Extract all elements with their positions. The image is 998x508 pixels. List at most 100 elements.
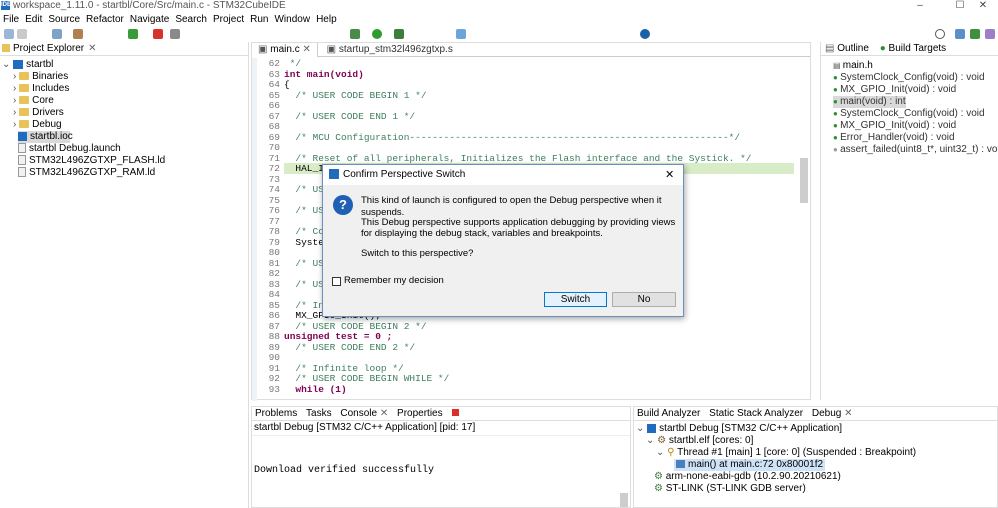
menu-source[interactable]: Source <box>45 13 83 27</box>
tree-item-label: ST-LINK (ST-LINK GDB server) <box>665 483 806 494</box>
console-scrollbar[interactable] <box>620 493 628 507</box>
new-icon[interactable] <box>4 29 14 39</box>
menu-navigate[interactable]: Navigate <box>127 13 172 27</box>
menu-edit[interactable]: Edit <box>22 13 45 27</box>
no-button[interactable]: No <box>612 292 676 307</box>
ld-file-icon <box>18 167 26 178</box>
tree-item-debug[interactable]: › Debug <box>13 119 62 131</box>
outline-item[interactable]: ● main(void) : int <box>833 96 906 108</box>
window-title: workspace_1.11.0 - startbl/Core/Src/main… <box>13 0 286 11</box>
tree-item-label: Debug <box>32 119 62 130</box>
menu-project[interactable]: Project <box>210 13 247 27</box>
menu-file[interactable]: File <box>0 13 22 27</box>
include-icon: ▤ <box>833 61 843 70</box>
folder-icon <box>19 108 30 117</box>
tree-item-label: startbl Debug [STM32 C/C++ Application] <box>659 423 843 434</box>
perspective-debug-icon[interactable] <box>970 29 980 39</box>
debug-elf-item[interactable]: ⌄ ⚙ startbl.elf [cores: 0] <box>646 435 753 447</box>
tab-debug[interactable]: Debug ✕ <box>808 408 856 419</box>
debug-launch-item[interactable]: ⌄ startbl Debug [STM32 C/C++ Application… <box>636 423 842 435</box>
tab-startup[interactable]: ▣ startup_stm32l496zgtxp.s <box>321 43 459 57</box>
function-icon: ● <box>833 97 841 106</box>
remember-checkbox[interactable] <box>332 277 341 286</box>
tree-item-core[interactable]: › Core <box>13 95 54 107</box>
disconnect-icon[interactable] <box>170 29 180 39</box>
menu-run[interactable]: Run <box>247 13 271 27</box>
info-icon[interactable] <box>640 29 650 39</box>
terminate-icon[interactable] <box>452 409 460 416</box>
tree-root[interactable]: ⌄ startbl <box>2 59 53 71</box>
tree-item-launch[interactable]: startbl Debug.launch <box>18 143 121 155</box>
close-window-button[interactable]: ✕ <box>968 0 998 12</box>
tab-console[interactable]: Console ✕ <box>337 408 392 419</box>
debug-stlink-item[interactable]: ⚙ ST-LINK (ST-LINK GDB server) <box>654 483 806 495</box>
tree-item-label: Binaries <box>32 71 69 82</box>
outline-item[interactable]: ▤ main.h <box>833 60 873 72</box>
editor-tabs: ▣ main.c ✕ ▣ startup_stm32l496zgtxp.s <box>252 43 810 57</box>
tab-problems[interactable]: Problems <box>252 408 300 419</box>
tree-item-ram-ld[interactable]: STM32L496ZGTXP_RAM.ld <box>18 167 155 179</box>
tab-outline[interactable]: Outline <box>837 43 869 54</box>
function-icon: ● <box>833 73 841 82</box>
tree-item-flash-ld[interactable]: STM32L496ZGTXP_FLASH.ld <box>18 155 165 167</box>
menu-window[interactable]: Window <box>271 13 313 27</box>
tab-label: startup_stm32l496zgtxp.s <box>338 44 453 55</box>
run-config-icon[interactable] <box>394 29 404 39</box>
perspective-device-icon[interactable] <box>985 29 995 39</box>
minimize-button[interactable]: – <box>905 0 935 12</box>
console-panel: Problems Tasks Console ✕ Properties star… <box>251 406 631 508</box>
tree-item-drivers[interactable]: › Drivers <box>13 107 64 119</box>
outline-item[interactable]: ● MX_GPIO_Init(void) : void <box>833 120 956 132</box>
outline-item[interactable]: ● Error_Handler(void) : void <box>833 132 955 144</box>
debug-stack-frame[interactable]: main() at main.c:72 0x80001f2 <box>674 459 826 471</box>
tree-item-binaries[interactable]: › Binaries <box>13 71 68 83</box>
tree-item-includes[interactable]: › Includes <box>13 83 69 95</box>
search-icon[interactable] <box>935 29 945 39</box>
tree-item-label: main() at main.c:72 0x80001f2 <box>688 459 824 470</box>
menu-search[interactable]: Search <box>172 13 210 27</box>
tree-item-ioc[interactable]: startbl.ioc <box>18 131 73 143</box>
line-number: 78 <box>268 226 280 237</box>
outline-header: ▤ Outline ● Build Targets <box>821 42 998 56</box>
line-number: 92 <box>268 373 280 384</box>
run-icon[interactable] <box>372 29 382 39</box>
menu-help[interactable]: Help <box>313 13 340 27</box>
mark-occurrences-icon[interactable] <box>456 29 466 39</box>
menu-refactor[interactable]: Refactor <box>83 13 127 27</box>
switch-button[interactable]: Switch <box>544 292 607 307</box>
code-line: */ <box>284 58 302 69</box>
tab-label: Tasks <box>306 408 332 419</box>
tab-static-stack[interactable]: Static Stack Analyzer <box>706 408 806 419</box>
debug-thread-item[interactable]: ⌄ ⚲ Thread #1 [main] 1 [core: 0] (Suspen… <box>656 447 916 459</box>
outline-item[interactable]: ● MX_GPIO_Init(void) : void <box>833 84 956 96</box>
tree-item-label: Includes <box>32 83 70 94</box>
ide-icon <box>329 169 339 180</box>
tree-item-label: STM32L496ZGTXP_FLASH.ld <box>29 155 166 166</box>
resume-icon[interactable] <box>128 29 138 39</box>
tab-build-targets[interactable]: Build Targets <box>889 43 947 54</box>
project-explorer-header: Project Explorer ✕ <box>0 42 248 56</box>
tab-properties[interactable]: Properties <box>394 408 446 419</box>
tab-main-c[interactable]: ▣ main.c ✕ <box>252 43 318 57</box>
build-icon[interactable] <box>52 29 62 39</box>
line-number: 93 <box>268 383 280 395</box>
close-tab-icon[interactable]: ✕ <box>88 43 96 54</box>
tree-item-label: Drivers <box>32 107 64 118</box>
outline-item[interactable]: ● SystemClock_Config(void) : void <box>833 72 985 84</box>
editor-scrollbar[interactable] <box>800 158 808 203</box>
outline-item-label: MX_GPIO_Init(void) : void <box>840 120 957 131</box>
tab-build-analyzer[interactable]: Build Analyzer <box>634 408 703 419</box>
dialog-close-button[interactable]: ✕ <box>665 165 674 185</box>
hammer-icon[interactable] <box>73 29 83 39</box>
project-icon <box>13 59 24 69</box>
debug-icon[interactable] <box>350 29 360 39</box>
tab-tasks[interactable]: Tasks <box>303 408 335 419</box>
perspective-cpp-icon[interactable] <box>955 29 965 39</box>
outline-item[interactable]: ● SystemClock_Config(void) : void <box>833 108 985 120</box>
outline-item[interactable]: ● assert_failed(uint8_t*, uint32_t) : vo… <box>833 144 998 156</box>
project-explorer-tab[interactable]: Project Explorer <box>13 43 84 54</box>
terminate-icon[interactable] <box>153 29 163 39</box>
save-icon[interactable] <box>17 29 27 39</box>
debug-gdb-item[interactable]: ⚙ arm-none-eabi-gdb (10.2.90.20210621) <box>654 471 841 483</box>
binaries-icon <box>19 72 30 81</box>
